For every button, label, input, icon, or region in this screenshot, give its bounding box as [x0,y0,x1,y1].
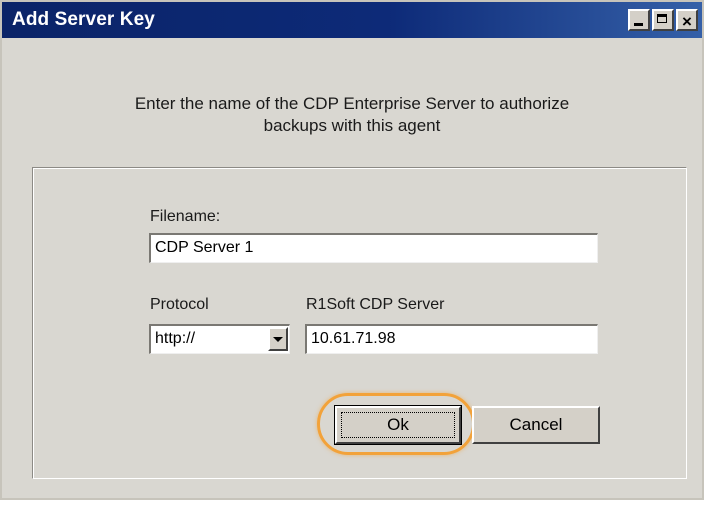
ok-button[interactable]: Ok [334,405,462,445]
server-address-input[interactable]: 10.61.71.98 [305,324,598,354]
maximize-button[interactable] [652,9,674,31]
cancel-button-label: Cancel [509,415,563,434]
add-server-key-dialog: Add Server Key × Enter the name of the C… [0,0,704,500]
protocol-select[interactable]: http:// [149,324,290,354]
filename-label: Filename: [150,208,221,225]
close-icon: × [682,12,692,31]
filename-input[interactable]: CDP Server 1 [149,233,598,263]
instructions-line-2: backups with this agent [263,116,441,135]
minimize-button[interactable] [628,9,650,31]
protocol-selected-value: http:// [155,330,196,347]
chevron-down-icon [273,337,283,342]
window-controls: × [628,9,698,31]
focus-rectangle [341,412,455,438]
window-title: Add Server Key [12,9,155,30]
minimize-icon [630,11,648,29]
instructions-text: Enter the name of the CDP Enterprise Ser… [72,93,632,137]
maximize-icon [654,11,672,29]
server-label: R1Soft CDP Server [306,296,445,313]
close-button[interactable]: × [676,9,698,31]
title-bar[interactable]: Add Server Key × [2,2,702,38]
dropdown-arrow-button[interactable] [268,327,288,351]
cancel-button[interactable]: Cancel [472,406,600,444]
protocol-label: Protocol [150,296,209,313]
instructions-line-1: Enter the name of the CDP Enterprise Ser… [134,94,570,113]
